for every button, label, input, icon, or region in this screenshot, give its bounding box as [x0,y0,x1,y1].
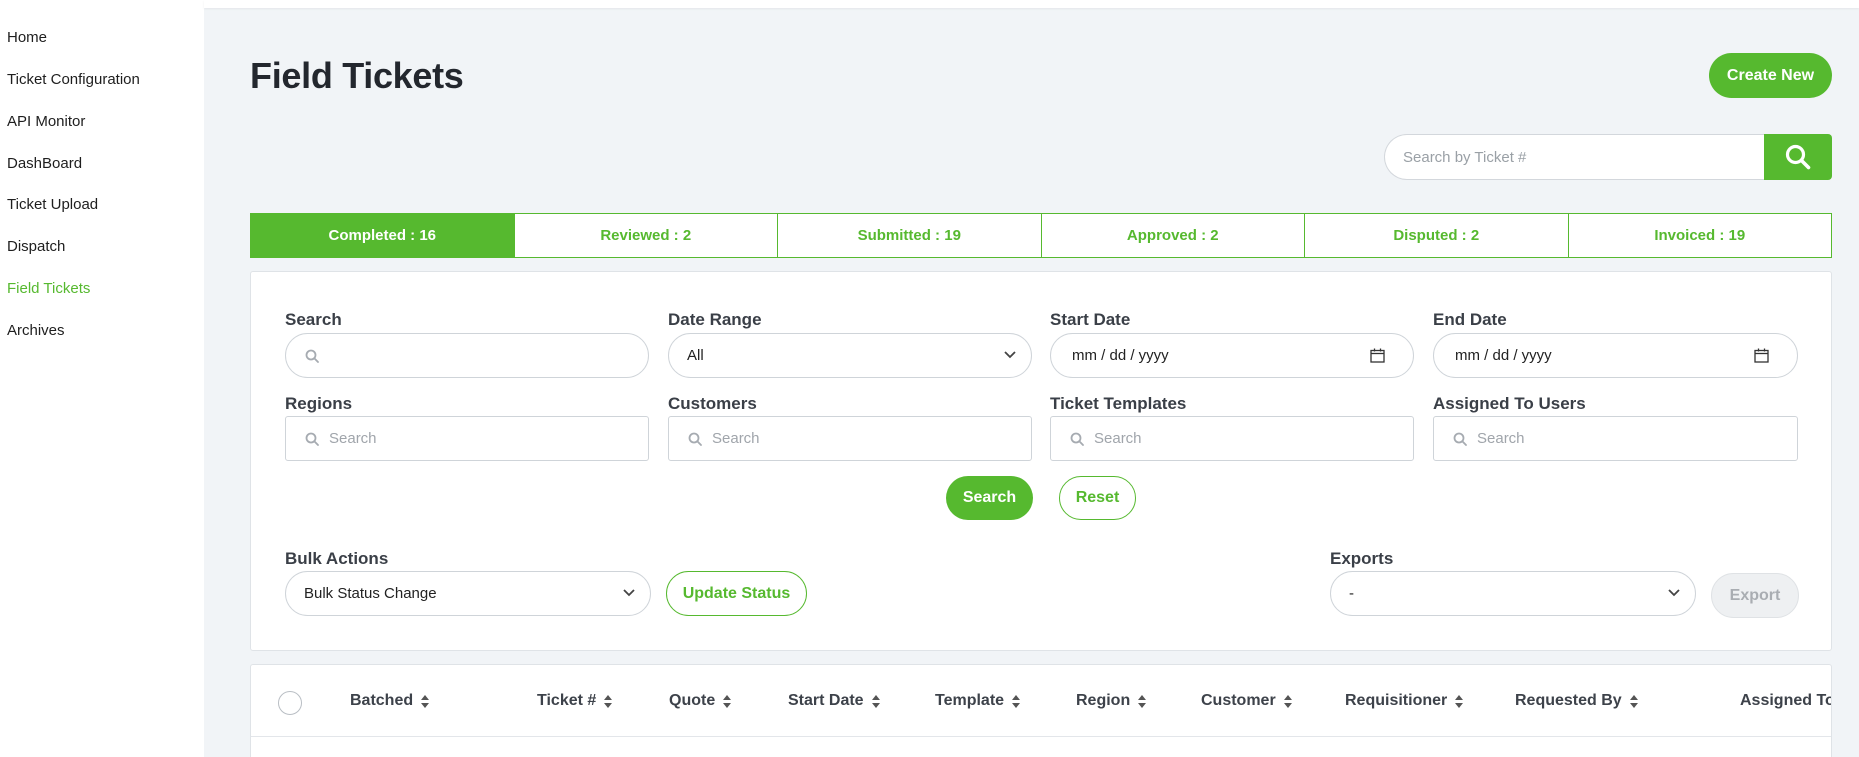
assigned-users-search-input[interactable]: Search [1433,416,1798,461]
customers-search-input[interactable]: Search [668,416,1032,461]
sort-icon [1455,694,1464,708]
sidebar-item-field-tickets[interactable]: Field Tickets [7,280,90,297]
search-input[interactable] [285,333,649,378]
export-button[interactable]: Export [1711,573,1799,618]
regions-search-input[interactable]: Search [285,416,649,461]
table-header: Batched Ticket # Quote Start Date Templa… [251,665,1831,737]
search-icon [688,432,702,446]
reset-button[interactable]: Reset [1059,476,1136,520]
bulk-actions-value: Bulk Status Change [304,585,437,602]
exports-value: - [1349,585,1354,602]
exports-label: Exports [1330,549,1394,568]
start-date-label: Start Date [1050,310,1131,329]
ticket-templates-label: Ticket Templates [1050,394,1187,413]
assigned-users-label: Assigned To Users [1433,394,1586,413]
sidebar-item-api-monitor[interactable]: API Monitor [7,113,85,130]
sidebar-item-dispatch[interactable]: Dispatch [7,238,65,255]
sidebar-item-home[interactable]: Home [7,29,47,46]
chevron-down-icon [1668,588,1680,596]
date-range-label: Date Range [668,310,762,329]
search-icon [1453,432,1467,446]
chevron-down-icon [623,588,635,596]
sort-icon [871,694,880,708]
status-tabs: Completed : 16 Reviewed : 2 Submitted : … [250,213,1832,258]
column-customer[interactable]: Customer [1201,692,1292,710]
column-start-date[interactable]: Start Date [788,692,880,710]
customers-placeholder: Search [712,430,760,447]
search-icon [1785,144,1811,170]
column-template[interactable]: Template [935,692,1021,710]
column-ticket-number[interactable]: Ticket # [537,692,613,710]
ticket-search-input[interactable] [1384,134,1764,180]
chevron-down-icon [1004,350,1016,358]
column-requisitioner[interactable]: Requisitioner [1345,692,1464,710]
tab-reviewed[interactable]: Reviewed : 2 [515,214,778,257]
sidebar: Home Ticket Configuration API Monitor Da… [0,0,204,757]
end-date-value: mm / dd / yyyy [1455,347,1552,364]
customers-label: Customers [668,394,757,413]
sort-icon [1012,694,1021,708]
date-range-value: All [687,347,704,364]
end-date-input[interactable]: mm / dd / yyyy [1433,333,1798,378]
end-date-label: End Date [1433,310,1507,329]
ticket-templates-placeholder: Search [1094,430,1142,447]
sort-icon [421,694,430,708]
ticket-search-button[interactable] [1764,134,1832,180]
start-date-input[interactable]: mm / dd / yyyy [1050,333,1414,378]
sidebar-item-archives[interactable]: Archives [7,322,65,339]
filter-panel: Search Date Range All Start Date mm / dd… [250,271,1832,651]
column-region[interactable]: Region [1076,692,1147,710]
column-requested-by[interactable]: Requested By [1515,692,1638,710]
sort-icon [1138,694,1147,708]
tab-disputed[interactable]: Disputed : 2 [1305,214,1569,257]
update-status-button[interactable]: Update Status [666,571,807,616]
tickets-table: Batched Ticket # Quote Start Date Templa… [250,664,1832,757]
sidebar-item-dashboard[interactable]: DashBoard [7,155,82,172]
sort-icon [723,694,732,708]
search-icon [305,349,319,363]
sidebar-item-ticket-upload[interactable]: Ticket Upload [7,196,98,213]
regions-placeholder: Search [329,430,377,447]
tab-completed[interactable]: Completed : 16 [251,214,515,257]
assigned-users-placeholder: Search [1477,430,1525,447]
search-label: Search [285,310,342,329]
column-quote[interactable]: Quote [669,692,732,710]
tab-submitted[interactable]: Submitted : 19 [778,214,1042,257]
exports-select[interactable]: - [1330,571,1696,616]
bulk-actions-label: Bulk Actions [285,549,389,568]
sidebar-item-ticket-configuration[interactable]: Ticket Configuration [7,71,140,88]
column-batched[interactable]: Batched [350,692,430,710]
calendar-icon[interactable] [1754,348,1769,363]
top-bar [204,0,1859,8]
sort-icon [1629,694,1638,708]
bulk-actions-select[interactable]: Bulk Status Change [285,571,651,616]
search-icon [305,432,319,446]
create-new-button[interactable]: Create New [1709,53,1832,98]
search-icon [1070,432,1084,446]
sort-icon [604,694,613,708]
date-range-select[interactable]: All [668,333,1032,378]
tab-approved[interactable]: Approved : 2 [1042,214,1305,257]
ticket-templates-search-input[interactable]: Search [1050,416,1414,461]
column-assigned-to[interactable]: Assigned To [1740,692,1831,710]
regions-label: Regions [285,394,353,413]
tab-invoiced[interactable]: Invoiced : 19 [1569,214,1832,257]
calendar-icon[interactable] [1370,348,1385,363]
start-date-value: mm / dd / yyyy [1072,347,1169,364]
sort-icon [1283,694,1292,708]
search-button[interactable]: Search [946,476,1033,520]
select-all-checkbox[interactable] [278,691,302,715]
page-title: Field Tickets [250,55,464,96]
